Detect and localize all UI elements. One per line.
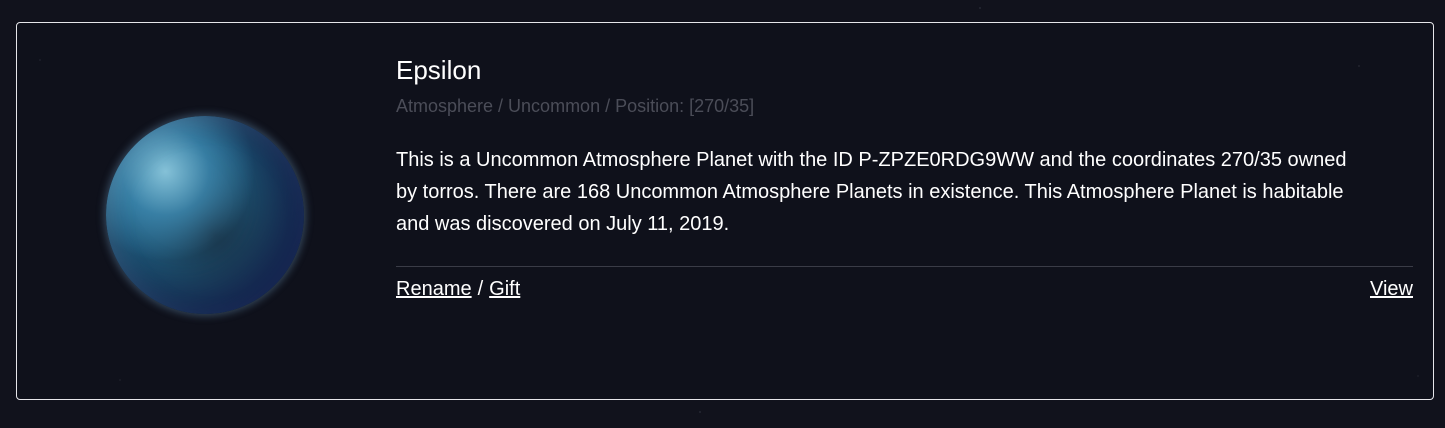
planet-name: Epsilon [396, 55, 482, 85]
gift-link[interactable]: Gift [489, 278, 520, 300]
planet-card: Epsilon Atmosphere / Uncommon / Position… [16, 22, 1434, 400]
planet-description: This is a Uncommon Atmosphere Planet wit… [396, 149, 1347, 235]
planet-image [106, 116, 304, 314]
planet-actions: Rename / Gift View [396, 278, 1413, 301]
rename-link[interactable]: Rename [396, 278, 472, 300]
view-link[interactable]: View [1370, 278, 1413, 301]
divider [396, 266, 1413, 267]
planet-meta: Atmosphere / Uncommon / Position: [270/3… [396, 96, 755, 116]
action-separator: / [477, 278, 484, 300]
planet-sphere [106, 116, 304, 314]
